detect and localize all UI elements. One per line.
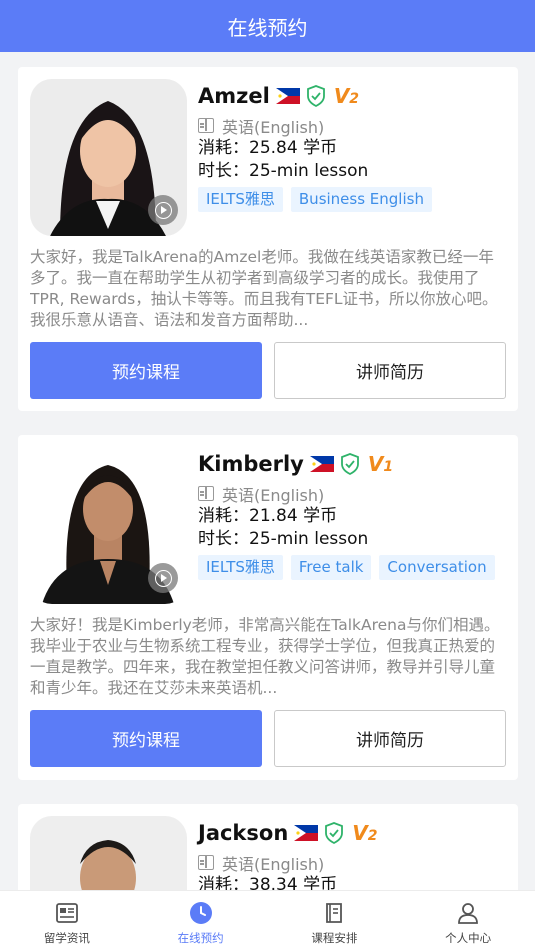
schedule-icon <box>322 901 346 925</box>
book-icon <box>198 486 214 501</box>
tag: Free talk <box>290 555 372 580</box>
tag: Conversation <box>379 555 495 580</box>
book-icon <box>198 855 214 870</box>
teacher-intro: 大家好！我是Kimberly老师，非常高兴能在TalkArena与你们相遇。我毕… <box>30 616 500 697</box>
tab-label: 留学资讯 <box>43 931 90 945</box>
news-icon <box>55 901 79 925</box>
language-row: 英语(English) <box>198 482 508 505</box>
teacher-card[interactable]: Kimberly V1 英语(English) 消耗：21.84 学币 时长：2… <box>18 435 518 780</box>
tab-label: 课程安排 <box>311 931 358 945</box>
teacher-name: Jackson <box>198 821 289 845</box>
teacher-photo[interactable] <box>30 79 187 236</box>
teacher-language: 英语(English) <box>222 485 325 505</box>
language-row: 英语(English) <box>198 114 508 137</box>
level-badge-icon: V2 <box>333 84 360 108</box>
verified-shield-icon <box>340 453 360 476</box>
tab-label: 个人中心 <box>445 931 492 945</box>
teacher-cost: 消耗：38.34 学币 <box>198 875 338 890</box>
teacher-language: 英语(English) <box>222 854 325 874</box>
level-badge-icon: V1 <box>367 452 394 476</box>
teacher-cost: 消耗：25.84 学币 <box>198 138 338 158</box>
header-bar: 在线预约 <box>0 0 535 52</box>
teacher-photo[interactable] <box>30 816 187 890</box>
level-badge-icon: V2 <box>352 821 378 845</box>
teacher-intro: 大家好，我是TalkArena的Amzel老师。我做在线英语家教已经一年多了。我… <box>30 248 498 329</box>
tab-schedule[interactable]: 课程安排 <box>268 891 402 951</box>
teacher-duration: 时长：25-min lesson <box>198 529 369 549</box>
teacher-card[interactable]: Amzel V2 英语(English) 消耗：25.84 学币 时长：25-m… <box>18 67 518 411</box>
philippines-flag-icon <box>309 456 334 472</box>
teacher-name: Amzel <box>198 84 270 108</box>
teacher-cost: 消耗：21.84 学币 <box>198 506 338 526</box>
tab-profile[interactable]: 个人中心 <box>401 891 535 951</box>
tag: Business English <box>290 187 432 212</box>
teacher-language: 英语(English) <box>222 117 325 137</box>
play-video-icon[interactable] <box>148 195 178 225</box>
tag: IELTS雅思 <box>198 187 283 212</box>
tab-label: 在线预约 <box>177 931 224 945</box>
verified-shield-icon <box>324 822 344 845</box>
play-video-icon[interactable] <box>148 563 178 593</box>
teacher-photo[interactable] <box>30 447 187 604</box>
teacher-tags: IELTS雅思 Business English <box>198 187 508 212</box>
language-row: 英语(English) <box>198 851 508 874</box>
philippines-flag-icon <box>294 825 319 841</box>
book-course-button[interactable]: 预约课程 <box>30 342 262 399</box>
book-course-button[interactable]: 预约课程 <box>30 710 262 767</box>
teacher-list[interactable]: Amzel V2 英语(English) 消耗：25.84 学币 时长：25-m… <box>0 52 535 890</box>
teacher-duration: 时长：25-min lesson <box>198 161 369 181</box>
teacher-tags: IELTS雅思 Free talk Conversation <box>198 555 508 580</box>
philippines-flag-icon <box>275 88 300 104</box>
tab-booking[interactable]: 在线预约 <box>134 891 268 951</box>
page-title: 在线预约 <box>227 15 308 40</box>
teacher-name: Kimberly <box>198 452 304 476</box>
book-icon <box>198 118 214 133</box>
user-icon <box>456 901 480 925</box>
teacher-cv-button[interactable]: 讲师简历 <box>274 710 506 767</box>
teacher-card[interactable]: Jackson V2 英语(English) 消耗：38.34 学币 <box>18 804 518 890</box>
clock-icon <box>189 901 213 925</box>
teacher-cv-button[interactable]: 讲师简历 <box>274 342 506 399</box>
tab-news[interactable]: 留学资讯 <box>0 891 134 951</box>
verified-shield-icon <box>306 85 326 108</box>
tag: IELTS雅思 <box>198 555 283 580</box>
bottom-tab-bar: 留学资讯 在线预约 课程安排 个人中心 <box>0 890 535 951</box>
